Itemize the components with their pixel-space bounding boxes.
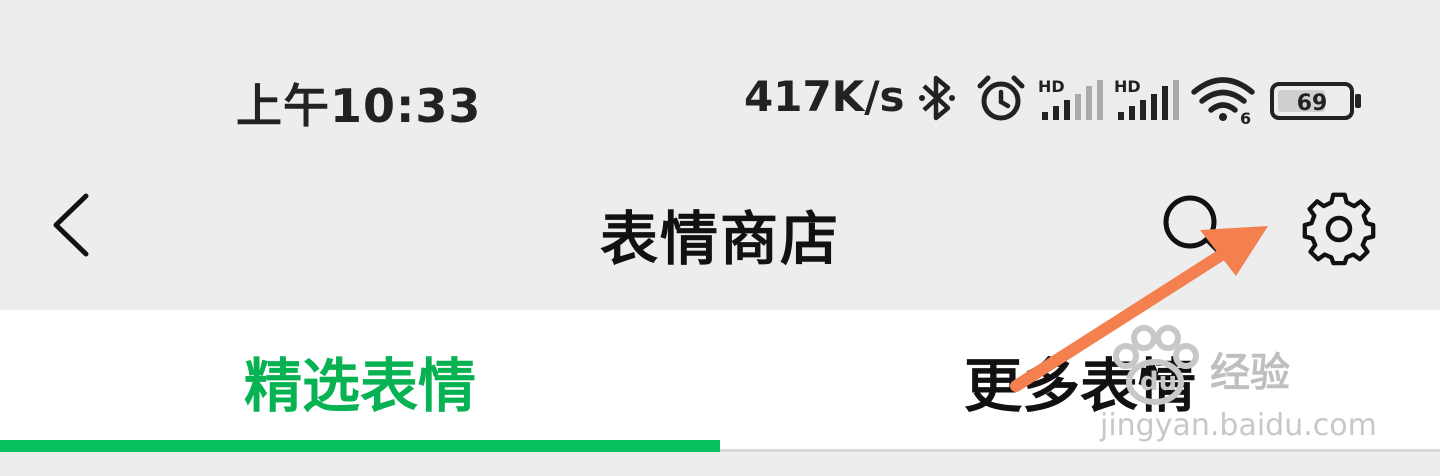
tab-indicator <box>0 440 720 452</box>
battery-icon: 69 <box>1270 82 1361 120</box>
search-icon[interactable] <box>1156 188 1236 268</box>
wifi-label: 6 <box>1240 109 1251 126</box>
status-bar: 上午10:33 417K/s HD HD 6 69 <box>0 0 1440 160</box>
alarm-icon <box>977 75 1025 121</box>
tab-divider <box>720 449 1440 452</box>
status-time: 上午10:33 <box>236 79 482 133</box>
tab-featured-stickers[interactable]: 精选表情 <box>0 310 720 452</box>
gear-icon[interactable] <box>1298 188 1380 270</box>
hd-signal-icon: HD <box>1114 77 1179 120</box>
hd-signal-icon: HD <box>1038 77 1103 120</box>
battery-level: 69 <box>1297 91 1328 116</box>
tab-bar: 精选表情 更多表情 <box>0 310 1440 452</box>
hd-label: HD <box>1114 77 1141 96</box>
network-speed: 417K/s <box>744 72 905 121</box>
tab-more-stickers[interactable]: 更多表情 <box>720 310 1440 452</box>
bluetooth-icon <box>919 75 955 121</box>
hd-label: HD <box>1038 77 1065 96</box>
wifi-icon: 6 <box>1191 77 1255 126</box>
